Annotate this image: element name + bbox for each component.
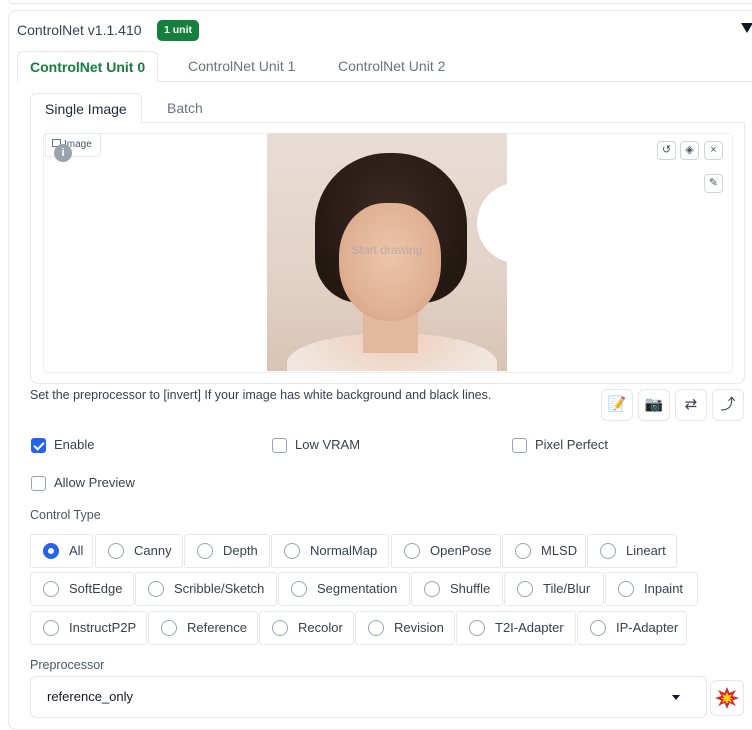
radio-label: Lineart	[626, 543, 666, 558]
allow-preview-checkbox[interactable]	[31, 476, 46, 491]
radio-circle	[43, 543, 59, 559]
radio-circle	[272, 620, 288, 636]
radio-label: Segmentation	[317, 581, 398, 596]
radio-label: Canny	[134, 543, 172, 558]
radio-label: Shuffle	[450, 581, 491, 596]
radio-label: SoftEdge	[69, 581, 123, 596]
radio-circle	[517, 581, 533, 597]
info-icon[interactable]: i	[54, 144, 72, 162]
radio-circle	[108, 543, 124, 559]
chevron-down-icon	[672, 695, 680, 700]
low-vram-label: Low VRAM	[295, 437, 361, 452]
radio-segmentation[interactable]: Segmentation	[278, 572, 410, 606]
radio-tile-blur[interactable]: Tile/Blur	[504, 572, 604, 606]
radio-label: Scribble/Sketch	[174, 581, 265, 596]
photo-face	[339, 203, 441, 321]
radio-label: T2I-Adapter	[495, 620, 564, 635]
run-preprocessor-button[interactable]	[710, 680, 744, 716]
tab-single-image[interactable]: Single Image	[30, 93, 142, 123]
explosion-icon	[715, 687, 739, 709]
radio-circle	[161, 620, 177, 636]
previous-panel-edge	[8, 0, 752, 4]
radio-circle	[197, 543, 213, 559]
radio-label: IP-Adapter	[616, 620, 679, 635]
enable-checkbox[interactable]	[31, 438, 46, 453]
camera-icon[interactable]: 📷	[638, 389, 670, 421]
radio-circle	[284, 543, 300, 559]
undo-icon[interactable]: ↺	[657, 141, 676, 160]
radio-t2i-adapter[interactable]: T2I-Adapter	[456, 611, 576, 645]
radio-circle	[590, 620, 606, 636]
close-icon[interactable]: ×	[704, 141, 723, 160]
radio-softedge[interactable]: SoftEdge	[30, 572, 134, 606]
radio-recolor[interactable]: Recolor	[259, 611, 354, 645]
pixel-perfect-label: Pixel Perfect	[535, 437, 608, 452]
radio-label: Recolor	[298, 620, 343, 635]
preprocessor-select[interactable]: reference_only	[30, 676, 707, 718]
radio-label: Revision	[394, 620, 444, 635]
radio-label: InstructP2P	[69, 620, 137, 635]
preprocessor-label: Preprocessor	[30, 658, 105, 672]
tab-controlnet-unit-1[interactable]: ControlNet Unit 1	[176, 51, 307, 82]
radio-circle	[368, 620, 384, 636]
radio-label: MLSD	[541, 543, 578, 558]
radio-circle	[469, 620, 485, 636]
radio-circle	[618, 581, 634, 597]
radio-normalmap[interactable]: NormalMap	[271, 534, 389, 568]
radio-reference[interactable]: Reference	[148, 611, 258, 645]
radio-circle	[43, 620, 59, 636]
low-vram-checkbox[interactable]	[272, 438, 287, 453]
eraser-icon[interactable]: ◈	[680, 141, 699, 160]
radio-all[interactable]: All	[30, 534, 93, 568]
radio-shuffle[interactable]: Shuffle	[411, 572, 503, 606]
radio-depth[interactable]: Depth	[184, 534, 270, 568]
pixel-perfect-checkbox[interactable]	[512, 438, 527, 453]
radio-label: NormalMap	[310, 543, 378, 558]
preprocessor-value: reference_only	[47, 689, 133, 704]
radio-ip-adapter[interactable]: IP-Adapter	[577, 611, 687, 645]
send-icon[interactable]: ⤴	[712, 389, 744, 421]
radio-revision[interactable]: Revision	[355, 611, 455, 645]
control-type-label: Control Type	[30, 508, 101, 522]
radio-label: OpenPose	[430, 543, 492, 558]
tab-batch[interactable]: Batch	[153, 93, 217, 123]
radio-label: Depth	[223, 543, 258, 558]
radio-circle	[515, 543, 531, 559]
radio-circle	[404, 543, 420, 559]
radio-canny[interactable]: Canny	[95, 534, 183, 568]
radio-lineart[interactable]: Lineart	[587, 534, 677, 568]
radio-label: Inpaint	[644, 581, 684, 596]
tab-controlnet-unit-0[interactable]: ControlNet Unit 0	[17, 51, 159, 82]
radio-circle	[291, 581, 307, 597]
radio-mlsd[interactable]: MLSD	[502, 534, 586, 568]
radio-instructp2p[interactable]: InstructP2P	[30, 611, 147, 645]
edit-icon[interactable]: 📝	[601, 389, 633, 421]
radio-scribble-sketch[interactable]: Scribble/Sketch	[135, 572, 277, 606]
unit-count-badge: 1 unit	[157, 20, 199, 41]
uploaded-image[interactable]: Start drawing	[267, 133, 507, 371]
swap-icon[interactable]: ⇄	[675, 389, 707, 421]
start-drawing-overlay: Start drawing	[351, 243, 423, 257]
radio-label: Reference	[187, 620, 247, 635]
radio-openpose[interactable]: OpenPose	[391, 534, 501, 568]
enable-label: Enable	[54, 437, 95, 452]
brush-icon[interactable]: ✎	[704, 174, 723, 193]
collapse-caret-icon[interactable]	[741, 23, 752, 33]
radio-label: Tile/Blur	[543, 581, 591, 596]
radio-circle	[43, 581, 59, 597]
radio-inpaint[interactable]: Inpaint	[605, 572, 698, 606]
radio-label: All	[69, 543, 84, 558]
radio-circle	[600, 543, 616, 559]
panel-title[interactable]: ControlNet v1.1.410	[17, 20, 142, 40]
tab-controlnet-unit-2[interactable]: ControlNet Unit 2	[326, 51, 457, 82]
preprocessor-hint: Set the preprocessor to [invert] If your…	[30, 388, 492, 402]
radio-circle	[424, 581, 440, 597]
allow-preview-label: Allow Preview	[54, 475, 135, 490]
radio-circle	[148, 581, 164, 597]
